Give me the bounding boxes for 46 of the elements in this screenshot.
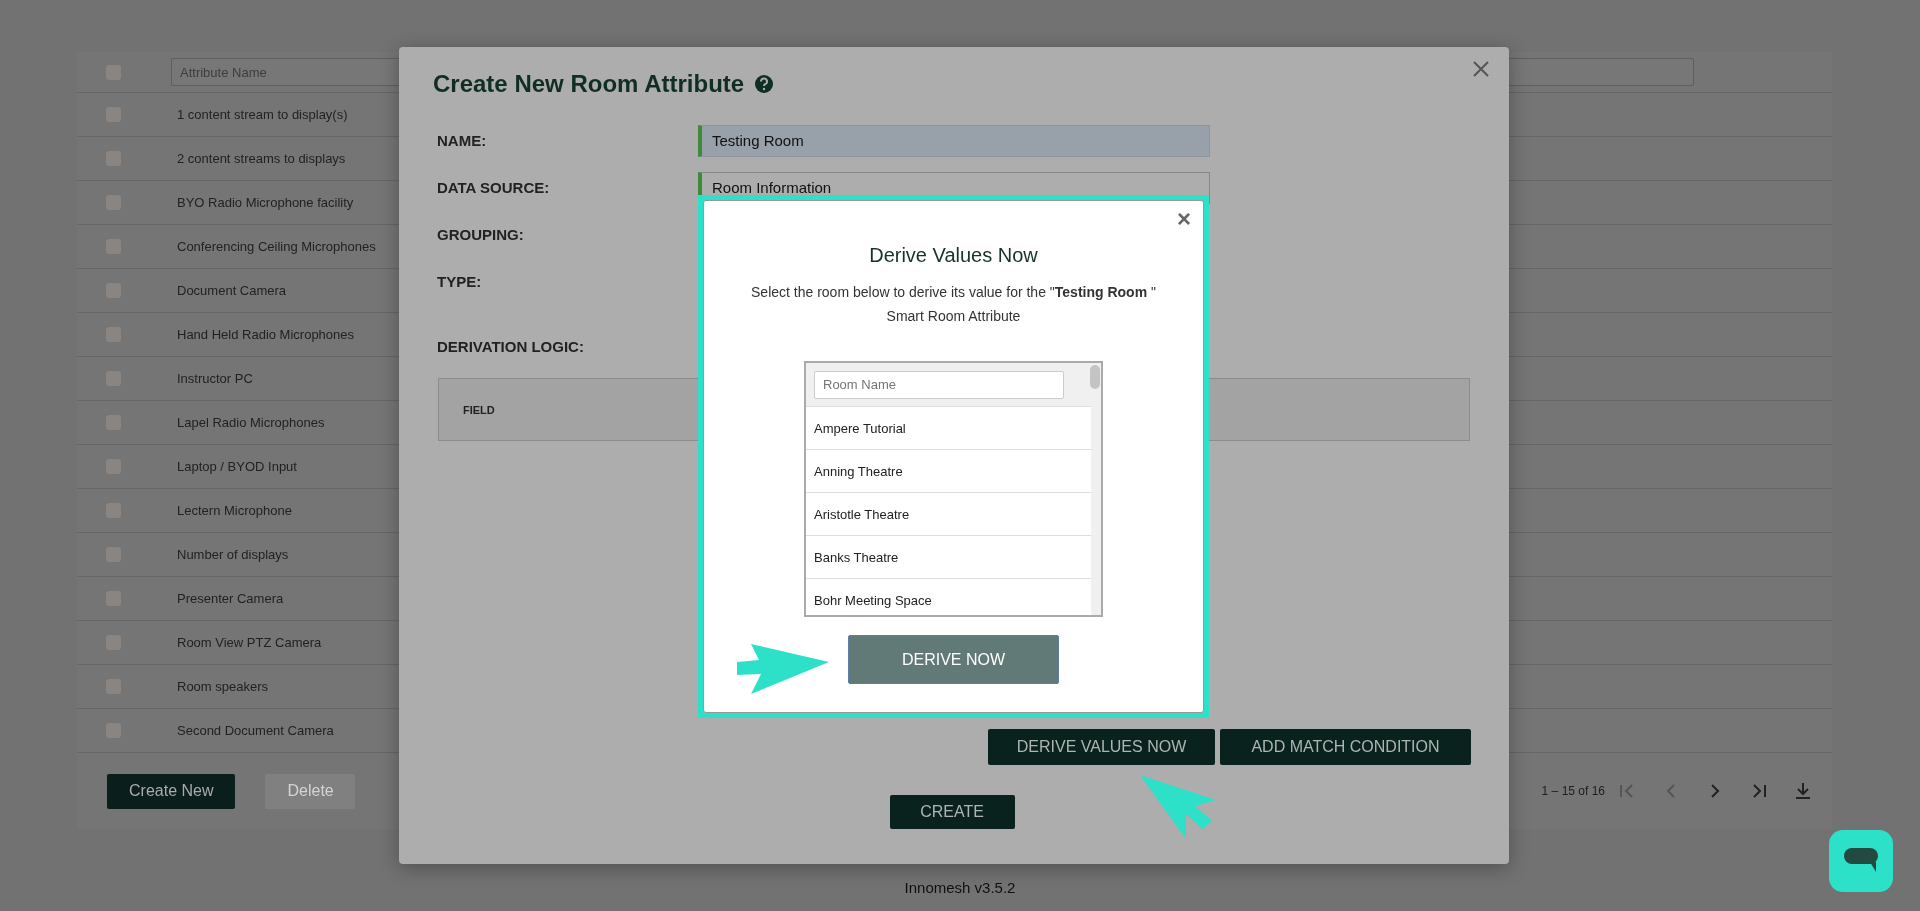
table-cell: BYO Radio Microphone facility [177,195,354,210]
create-button[interactable]: CREATE [889,795,1015,829]
help-icon[interactable] [754,74,775,94]
column-header: FIELD [463,403,495,416]
table-cell: Lapel Radio Microphones [177,415,325,430]
room-item[interactable]: Anning Theatre [806,450,1091,493]
arrow-icon [737,642,829,694]
derive-now-button[interactable]: DERIVE NOW [848,635,1059,684]
chat-button[interactable] [1829,830,1893,892]
create-new-button[interactable]: Create New [107,773,236,809]
table-cell: Hand Held Radio Microphones [177,327,355,342]
table-cell: Room View PTZ Camera [177,635,322,650]
room-item[interactable]: Ampere Tutorial [806,407,1091,450]
field-label: DATA SOURCE: [437,179,551,196]
table-cell: 1 content stream to display(s) [177,107,348,122]
cursor-icon [1140,775,1216,839]
page-range: 1 – 15 of 16 [1541,784,1605,798]
table-cell: Instructor PC [177,371,253,386]
table-cell: Laptop / BYOD Input [177,459,297,474]
dialog-title: Derive Values Now [869,244,1038,267]
search-field[interactable]: Room Name [814,370,1064,399]
field-label: NAME: [437,132,488,149]
table-cell: Presenter Camera [177,591,284,606]
table-cell: Second Document Camera [177,723,334,738]
close-icon[interactable] [1473,61,1489,77]
table-cell: Room speakers [177,679,269,694]
version-text: Innomesh v3.5.2 [903,879,1017,896]
table-cell: Lectern Microphone [177,503,292,518]
name-field[interactable]: Testing Room [698,124,1210,157]
room-item[interactable]: Bohr Meeting Space [806,579,1091,615]
room-item[interactable]: Banks Theatre [806,536,1091,579]
close-button[interactable]: × [1177,205,1191,233]
modal-title: Create New Room Attribute [433,70,745,98]
table-cell: Conferencing Ceiling Microphones [177,239,376,254]
scrollbar-thumb[interactable] [1090,365,1100,389]
derive-values-button[interactable]: DERIVE VALUES NOW [988,729,1215,765]
room-item[interactable]: Aristotle Theatre [806,493,1091,536]
add-condition-button[interactable]: ADD MATCH CONDITION [1220,729,1471,765]
table-cell: 2 content streams to displays [177,151,346,166]
field-label: DERIVATION LOGIC: [437,338,585,355]
table-cell: Document Camera [177,283,287,298]
field-label: TYPE: [437,273,483,290]
chat-icon [1844,848,1878,874]
dialog-text: Select the room below to derive its value for the "Testing Room " Smart Room Attribute [750,283,1157,326]
field-label: GROUPING: [437,226,525,243]
table-cell: Number of displays [177,547,289,562]
